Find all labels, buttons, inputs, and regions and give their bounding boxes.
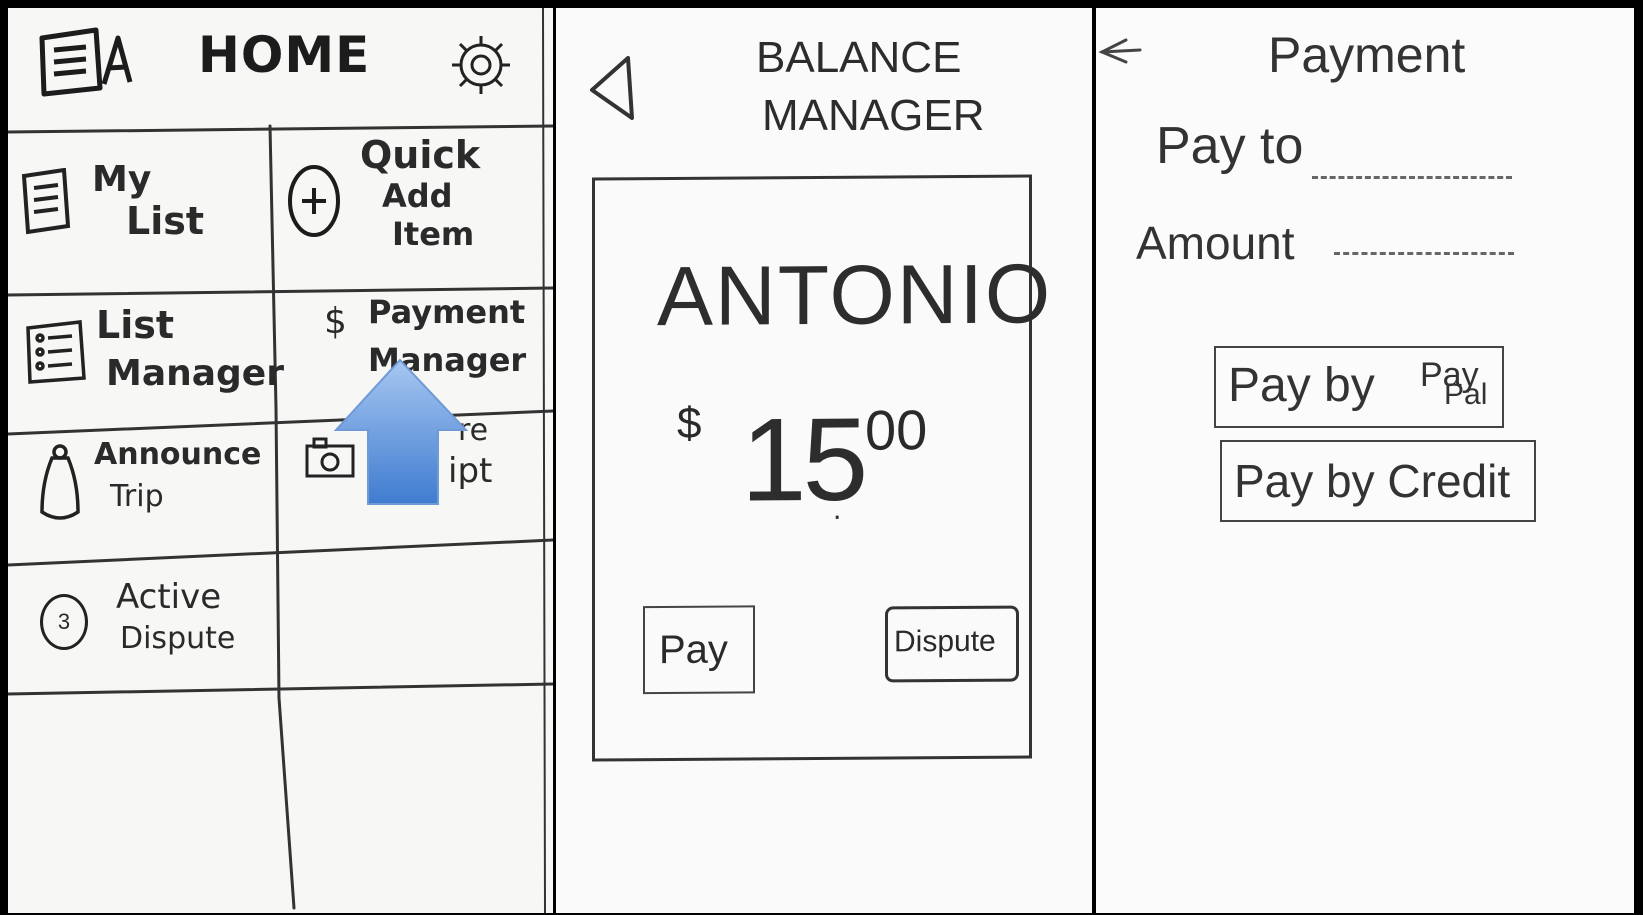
tile-dispute-label-1: Active <box>116 577 222 617</box>
back-arrow-icon[interactable] <box>1096 32 1144 75</box>
page-title-line-1: BALANCE <box>756 33 962 82</box>
tile-announce-label-2: Trip <box>110 479 164 514</box>
payee-name: ANTONIO <box>657 246 1053 344</box>
tile-list-manager[interactable]: List Manager <box>8 296 284 428</box>
list-icon <box>20 167 74 241</box>
tile-payment-label-1: Payment <box>368 293 526 331</box>
dispute-count: 3 <box>57 609 71 634</box>
tile-list-manager-label-1: List <box>96 303 175 347</box>
menu-icon[interactable] <box>38 24 134 103</box>
amount-field[interactable] <box>1334 244 1514 255</box>
pay-button[interactable]: Pay <box>643 605 755 695</box>
balance-cents: 00 <box>865 398 928 462</box>
dollar-icon: $ <box>324 301 347 342</box>
tile-quick-add-item[interactable]: Quick Add Item <box>272 126 542 288</box>
balance-amount: 15 <box>741 393 865 527</box>
pay-by-paypal-button[interactable]: Pay by Pay Pal <box>1214 346 1504 428</box>
pay-by-credit-button[interactable]: Pay by Credit <box>1220 440 1536 522</box>
pointer-arrow-icon <box>332 358 469 509</box>
balance-card: ANTONIO $ 15 . 00 Pay Dispute <box>592 174 1052 762</box>
dispute-button[interactable]: Dispute <box>885 605 1019 683</box>
tile-announce-label-1: Announce <box>94 437 262 472</box>
tile-announce-trip[interactable]: Announce Trip <box>8 434 276 562</box>
tile-quick-label-3: Item <box>392 215 475 253</box>
pay-to-field[interactable] <box>1312 168 1512 179</box>
page-title-line-2: MANAGER <box>762 91 985 140</box>
tile-dispute-label-2: Dispute <box>120 621 236 656</box>
amount-label: Amount <box>1136 217 1295 269</box>
tile-quick-label-1: Quick <box>360 133 481 177</box>
gear-icon[interactable] <box>444 30 518 103</box>
tile-quick-label-2: Add <box>382 177 453 215</box>
tile-my-list-label-2: List <box>126 199 205 243</box>
page-title: Payment <box>1268 27 1466 83</box>
dispute-count-badge: 3 <box>40 594 88 650</box>
pay-to-label: Pay to <box>1156 117 1304 175</box>
back-icon[interactable] <box>584 52 636 127</box>
bell-icon <box>38 442 84 529</box>
currency-symbol: $ <box>677 398 702 448</box>
plus-circle-icon <box>286 162 342 243</box>
balance-manager-screen: BALANCE MANAGER ANTONIO $ 15 . 00 Pay Di… <box>556 8 1092 913</box>
tile-my-list[interactable]: My List <box>8 132 270 292</box>
paypal-logo-pal: Pal <box>1444 378 1488 411</box>
pay-by-paypal-label: Pay by <box>1228 359 1375 412</box>
page-title: HOME <box>198 26 371 84</box>
balance-decimal-point: . <box>833 492 842 526</box>
checklist-icon <box>24 318 88 391</box>
home-screen: HOME My List Quick Add Item List Manager… <box>8 8 553 913</box>
tile-list-manager-label-2: Manager <box>106 353 284 394</box>
payment-screen: Payment Pay to Amount Pay by Pay Pal Pay… <box>1096 8 1634 913</box>
tile-active-dispute[interactable]: 3 Active Dispute <box>8 564 278 692</box>
tile-my-list-label-1: My <box>92 159 152 200</box>
